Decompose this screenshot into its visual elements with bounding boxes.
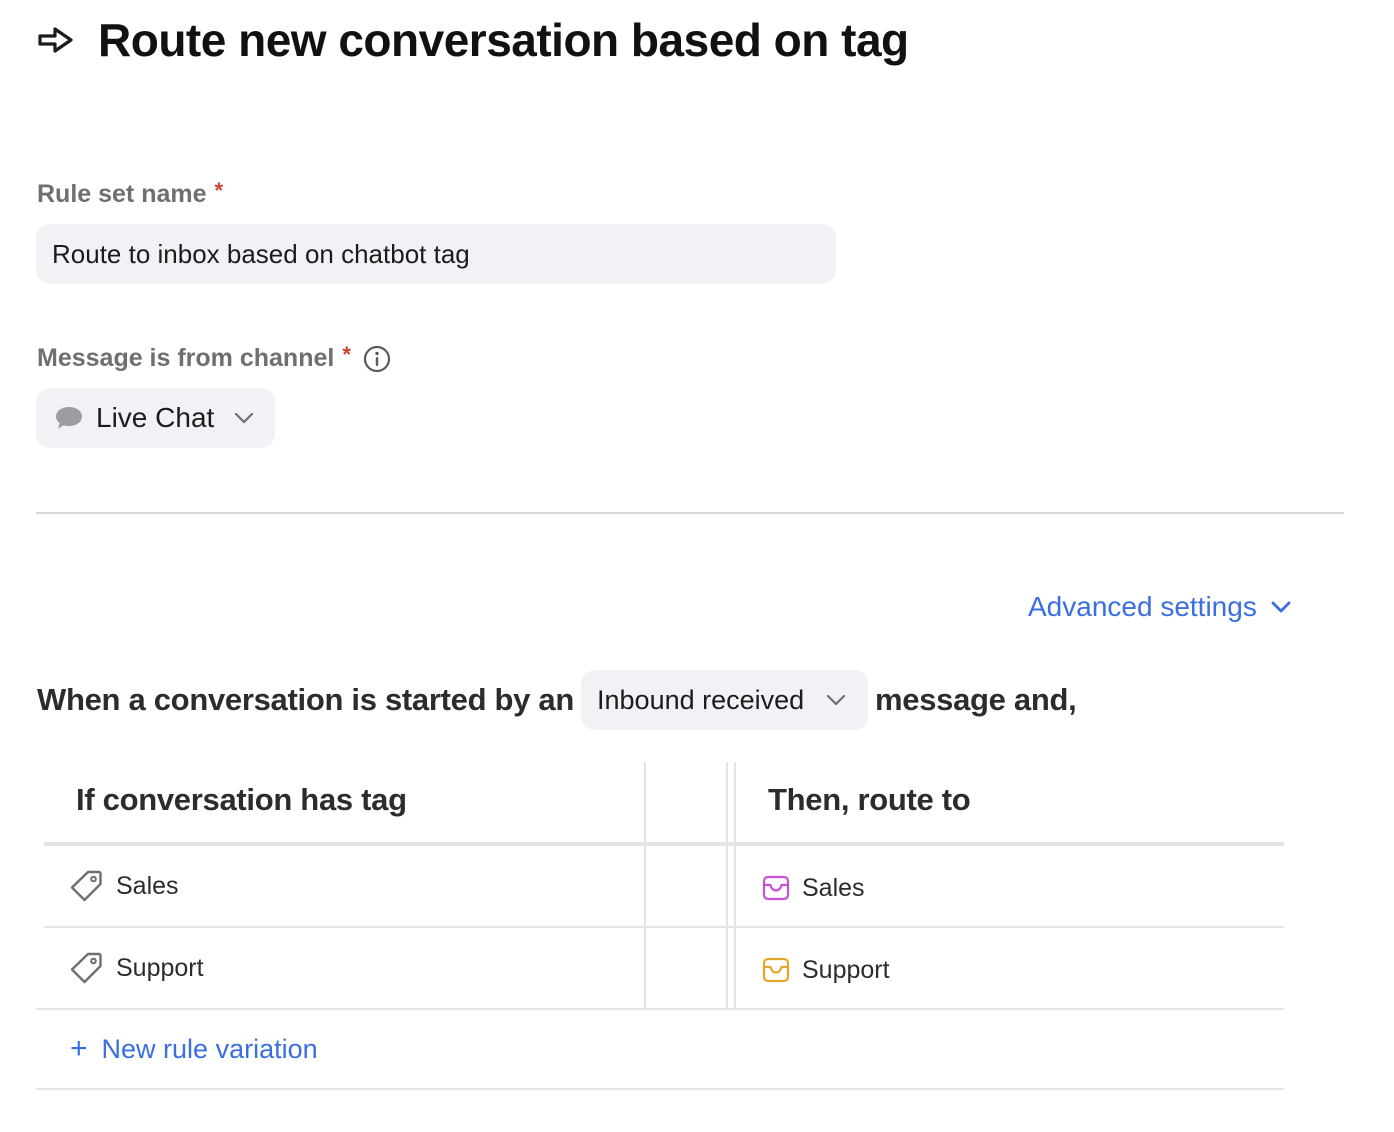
- inbox-name: Sales: [802, 873, 865, 902]
- column-divider: [726, 762, 728, 1008]
- info-icon[interactable]: [363, 345, 391, 373]
- chevron-down-icon: [1271, 601, 1291, 613]
- inbox-cell[interactable]: Support: [762, 950, 890, 990]
- column-header-route: Then, route to: [768, 782, 971, 817]
- chevron-down-icon: [826, 694, 846, 706]
- row-divider: [44, 926, 1284, 928]
- tag-icon: [68, 868, 104, 904]
- rule-set-name-value: Route to inbox based on chatbot tag: [52, 238, 470, 269]
- inbox-name: Support: [802, 955, 890, 984]
- trigger-sentence: When a conversation is started by an Inb…: [37, 670, 1077, 730]
- new-rule-variation-label: New rule variation: [101, 1033, 318, 1064]
- chevron-down-icon: [234, 412, 254, 424]
- tag-icon: [68, 950, 104, 986]
- page-header: Route new conversation based on tag: [36, 10, 909, 70]
- header-divider: [44, 842, 1284, 846]
- row-divider: [36, 1008, 1284, 1010]
- column-divider: [644, 762, 646, 1008]
- plus-icon: +: [70, 1032, 88, 1065]
- channel-select[interactable]: Live Chat: [36, 388, 275, 448]
- trigger-prefix: When a conversation is started by an: [37, 682, 575, 717]
- column-divider: [734, 762, 736, 1008]
- tag-name: Support: [116, 953, 204, 982]
- trigger-type-select[interactable]: Inbound received: [581, 670, 869, 730]
- table-bottom-divider: [36, 1088, 1284, 1090]
- inbox-cell[interactable]: Sales: [762, 868, 865, 908]
- tag-name: Sales: [116, 871, 179, 900]
- chat-bubble-icon: [54, 405, 84, 431]
- rules-table: If conversation has tag Then, route to S…: [36, 762, 1284, 1102]
- required-mark: *: [214, 177, 224, 203]
- inbox-icon: [762, 875, 790, 901]
- channel-label: Message is from channel *: [37, 341, 391, 373]
- section-divider: [36, 512, 1344, 514]
- page-title: Route new conversation based on tag: [98, 14, 909, 66]
- tag-cell[interactable]: Sales: [68, 866, 179, 906]
- rule-set-name-label: Rule set name *: [37, 177, 224, 209]
- column-header-tag: If conversation has tag: [76, 782, 407, 817]
- advanced-settings-label: Advanced settings: [1028, 591, 1257, 622]
- inbox-icon: [762, 957, 790, 983]
- new-rule-variation-button[interactable]: + New rule variation: [70, 1030, 318, 1068]
- channel-selected-value: Live Chat: [96, 402, 215, 433]
- rule-set-name-label-text: Rule set name: [37, 180, 207, 208]
- advanced-settings-toggle[interactable]: Advanced settings: [1028, 586, 1291, 628]
- arrow-right-icon: [36, 20, 76, 60]
- trigger-suffix: message and,: [875, 682, 1077, 717]
- rule-editor-page: Route new conversation based on tag Rule…: [0, 0, 1394, 1132]
- trigger-selected-value: Inbound received: [597, 684, 805, 715]
- channel-label-text: Message is from channel: [37, 344, 335, 372]
- rule-set-name-input[interactable]: Route to inbox based on chatbot tag: [36, 224, 836, 284]
- required-mark: *: [342, 341, 351, 367]
- tag-cell[interactable]: Support: [68, 948, 204, 988]
